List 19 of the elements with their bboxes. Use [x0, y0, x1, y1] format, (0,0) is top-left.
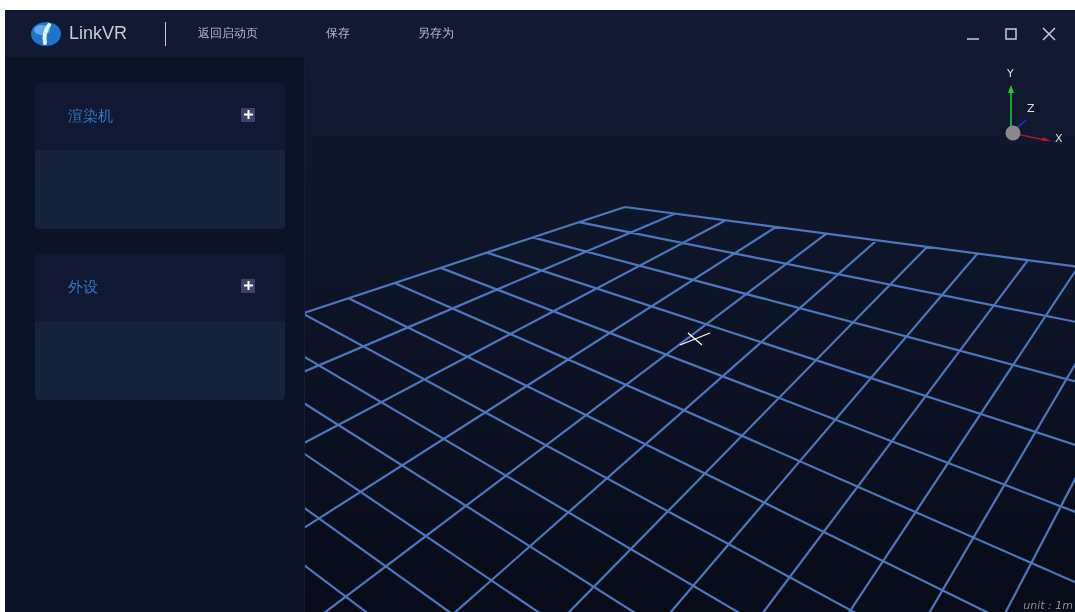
panel-title: 外设: [68, 278, 98, 297]
logo-icon: [29, 20, 63, 47]
plus-icon: [243, 281, 253, 290]
menu-item[interactable]: 另存为: [408, 21, 464, 46]
axis-label: Z: [1027, 103, 1035, 115]
unit-label: unit : 1m: [1023, 599, 1073, 612]
plus-icon: [243, 110, 253, 119]
minimize-icon: [967, 38, 979, 40]
panel-title: 渲染机: [68, 107, 113, 126]
axis-label: X: [1055, 133, 1063, 145]
menu-item[interactable]: 保存: [316, 21, 360, 46]
menu-item[interactable]: 返回启动页: [188, 21, 268, 46]
axis-label: Y: [1007, 68, 1014, 80]
add-button[interactable]: [241, 278, 255, 293]
maximize-icon: [1004, 26, 1018, 41]
app-name: LinkVR: [69, 23, 128, 44]
close-icon: [1042, 26, 1056, 41]
crosshair-icon: [678, 330, 712, 348]
add-button[interactable]: [241, 107, 255, 122]
